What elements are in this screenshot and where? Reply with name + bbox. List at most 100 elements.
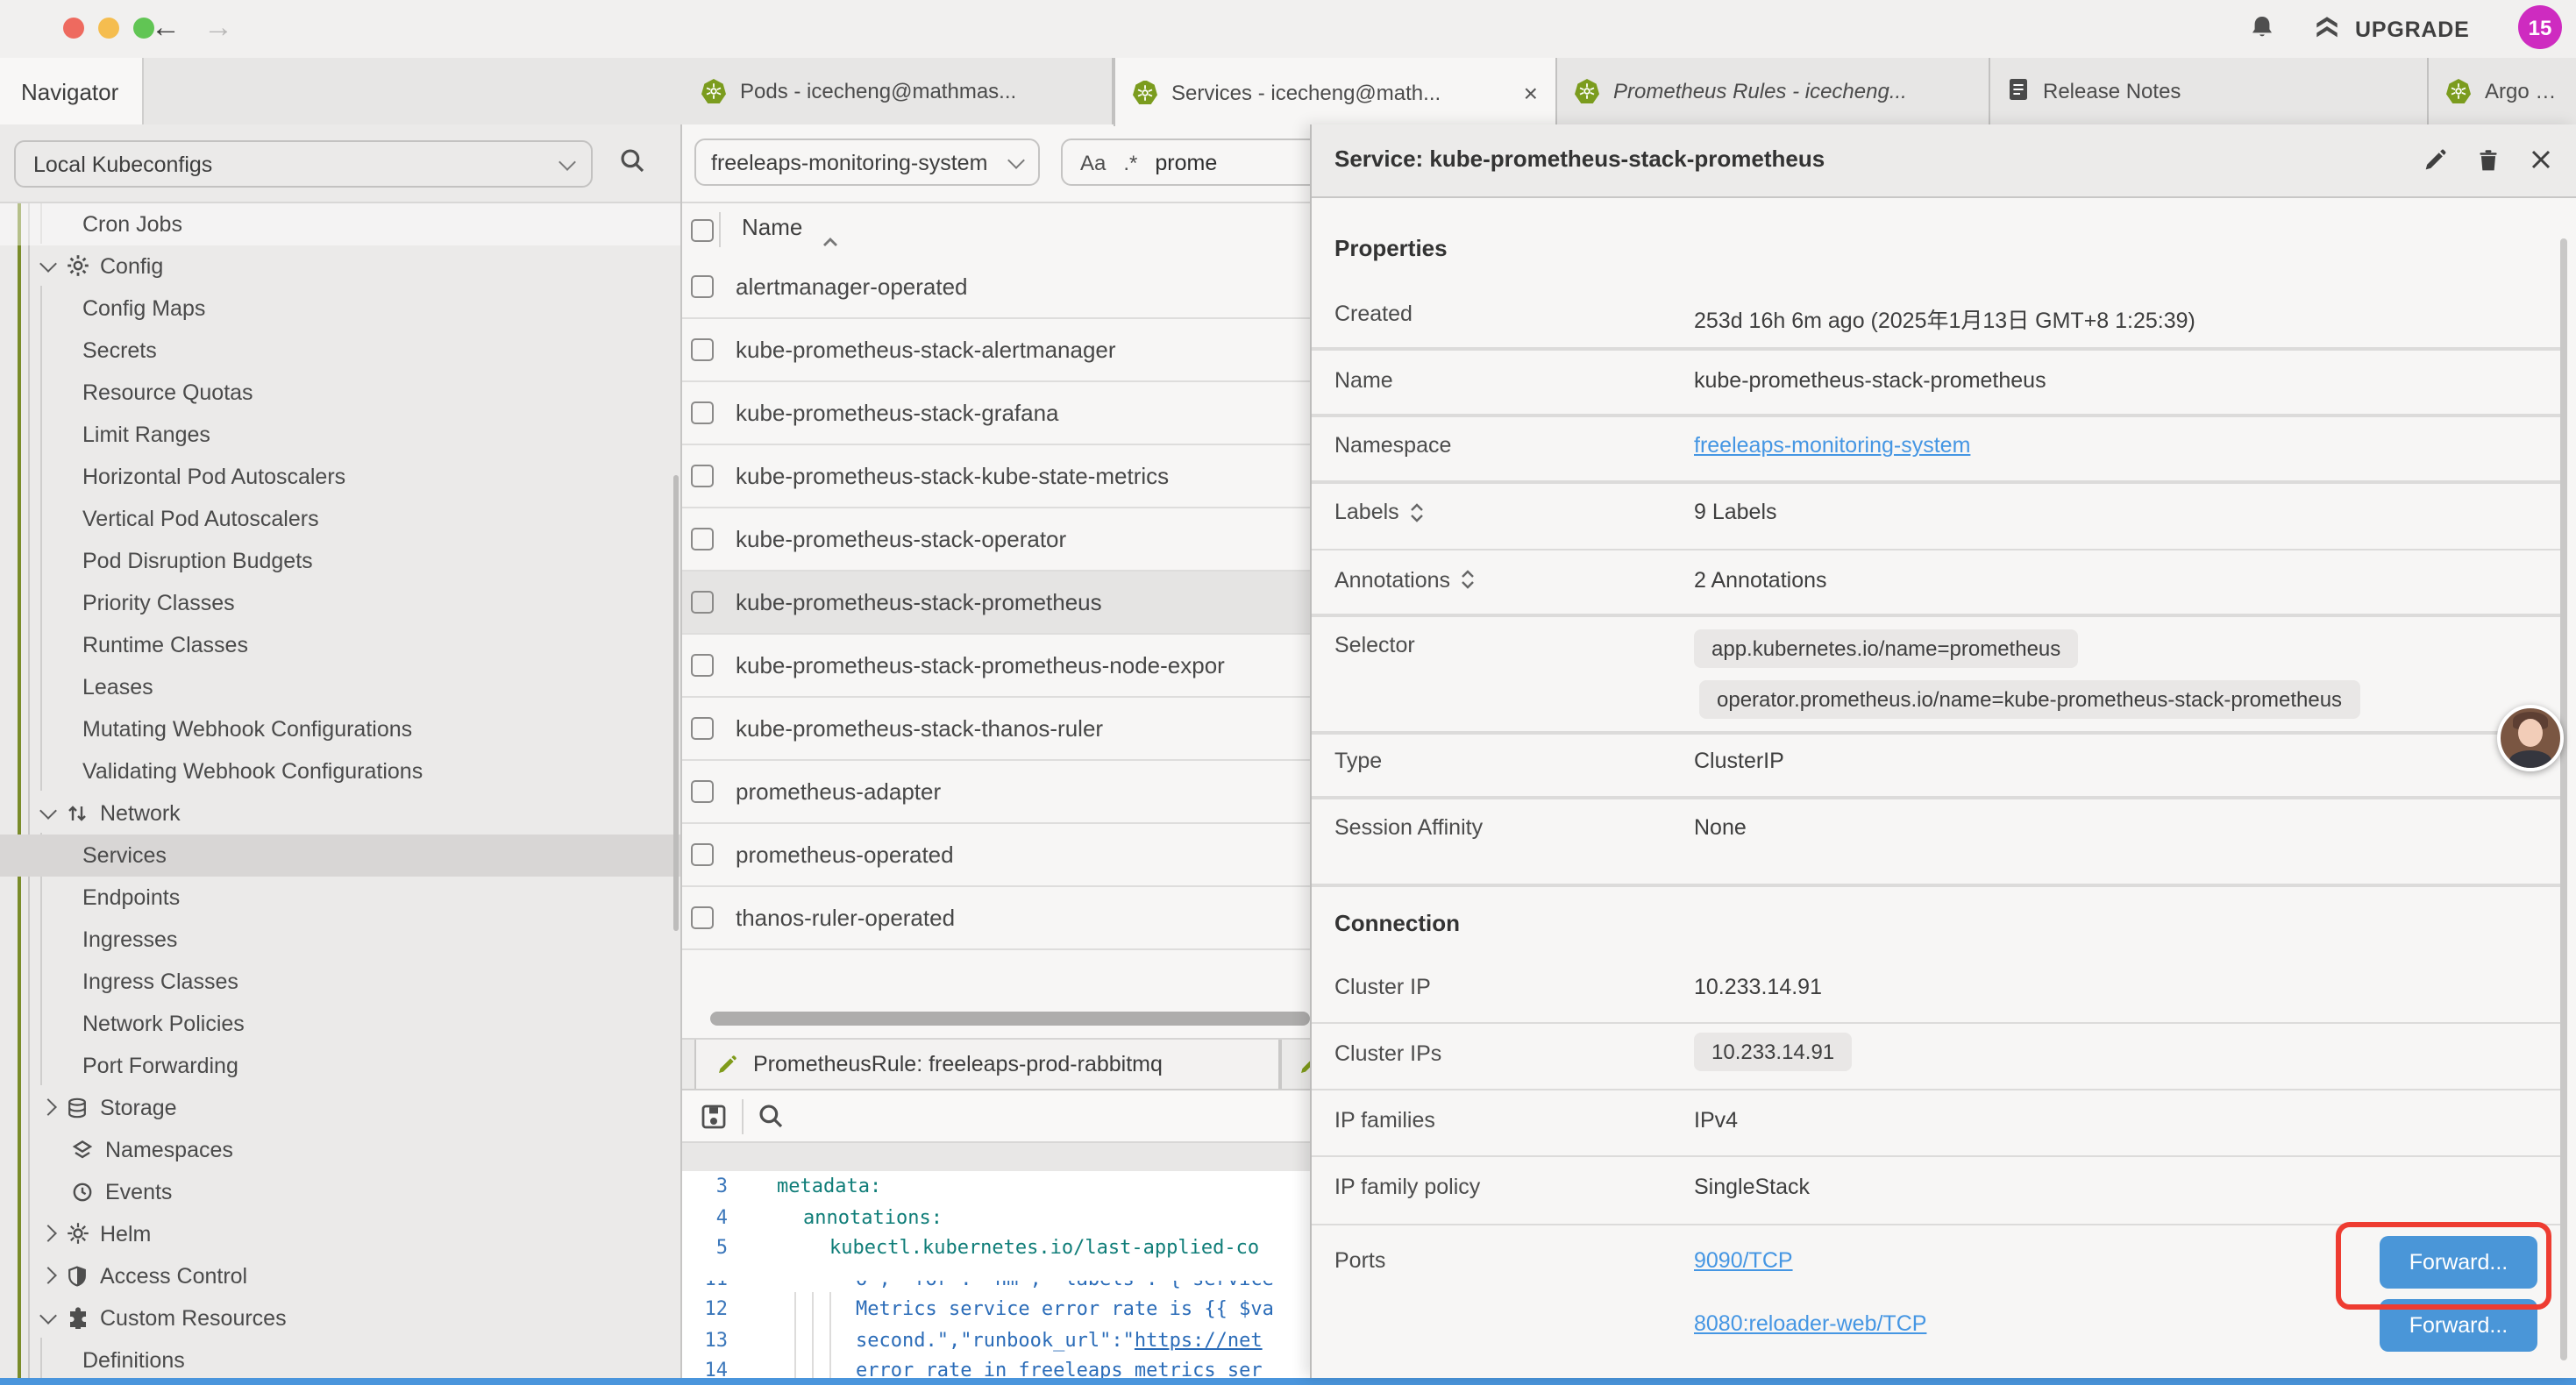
- editor-line[interactable]: 5kubectl.kubernetes.io/last-applied-co: [682, 1232, 1310, 1263]
- table-row-kube-prometheus-stack-grafana[interactable]: kube-prometheus-stack-grafana: [682, 382, 1310, 445]
- save-icon[interactable]: [700, 1103, 728, 1140]
- tab-services[interactable]: Services - icecheng@math... ×: [1114, 58, 1557, 126]
- editor-line[interactable]: 11o", "for": "nm", "labels": {"service": [682, 1263, 1310, 1294]
- sidebar-item-ingresses[interactable]: Ingresses: [0, 918, 680, 960]
- row-checkbox[interactable]: [690, 338, 713, 361]
- tab-pods[interactable]: Pods - icecheng@mathmas...: [684, 58, 1114, 124]
- editor-line[interactable]: 3metadata:: [682, 1171, 1310, 1202]
- upgrade-button[interactable]: UPGRADE: [2311, 14, 2470, 44]
- sidebar-item-events[interactable]: Events: [0, 1170, 680, 1212]
- regex-toggle[interactable]: .*: [1123, 150, 1137, 174]
- tab-prometheus-rules[interactable]: Prometheus Rules - icecheng...: [1557, 58, 1990, 124]
- table-row-kube-prometheus-stack-prometheus[interactable]: kube-prometheus-stack-prometheus: [682, 572, 1310, 635]
- forward-button[interactable]: →: [203, 7, 233, 49]
- minimize-window-icon[interactable]: [98, 18, 119, 39]
- close-window-icon[interactable]: [63, 18, 84, 39]
- table-row-kube-prometheus-stack-kube-state-metrics[interactable]: kube-prometheus-stack-kube-state-metrics: [682, 445, 1310, 508]
- sidebar-item-cron-jobs[interactable]: Cron Jobs: [0, 202, 680, 245]
- sidebar-item-config-maps[interactable]: Config Maps: [0, 287, 680, 329]
- table-row-kube-prometheus-stack-alertmanager[interactable]: kube-prometheus-stack-alertmanager: [682, 319, 1310, 382]
- sidebar-item-access-control[interactable]: Access Control: [0, 1254, 680, 1296]
- column-header-name[interactable]: Name: [742, 214, 802, 240]
- namespace-filter-dropdown[interactable]: freeleaps-monitoring-system: [694, 138, 1039, 186]
- row-checkbox[interactable]: [690, 465, 713, 487]
- sidebar-item-network-policies[interactable]: Network Policies: [0, 1002, 680, 1044]
- row-checkbox[interactable]: [690, 717, 713, 740]
- sidebar-item-leases[interactable]: Leases: [0, 665, 680, 707]
- row-checkbox[interactable]: [690, 401, 713, 424]
- editor-tab-partial[interactable]: [1279, 1040, 1310, 1089]
- tab-argo[interactable]: Argo Se: [2429, 58, 2576, 124]
- sidebar-search-icon[interactable]: [619, 147, 645, 182]
- select-all-checkbox[interactable]: [690, 219, 713, 242]
- sidebar-item-namespaces[interactable]: Namespaces: [0, 1128, 680, 1170]
- editor-line[interactable]: 14error rate in freeleaps metrics ser: [682, 1355, 1310, 1378]
- sidebar-item-port-forwarding[interactable]: Port Forwarding: [0, 1044, 680, 1086]
- sidebar-item-storage[interactable]: Storage: [0, 1086, 680, 1128]
- namespace-link[interactable]: freeleaps-monitoring-system: [1694, 433, 1970, 458]
- row-checkbox[interactable]: [690, 528, 713, 550]
- sidebar-item-custom-resources[interactable]: Custom Resources: [0, 1296, 680, 1339]
- navigator-panel-tab[interactable]: Navigator: [0, 58, 144, 124]
- yaml-link[interactable]: https://net: [1135, 1329, 1263, 1352]
- horizontal-scrollbar[interactable]: [710, 1012, 1310, 1026]
- close-icon[interactable]: [2529, 147, 2553, 181]
- sidebar-item-config[interactable]: Config: [0, 245, 680, 287]
- sidebar-item-ingress-classes[interactable]: Ingress Classes: [0, 960, 680, 1002]
- editor-tab-prometheusrule[interactable]: PrometheusRule: freeleaps-prod-rabbitmq: [694, 1040, 1279, 1089]
- sidebar-item-definitions[interactable]: Definitions: [0, 1339, 680, 1381]
- match-case-toggle[interactable]: Aa: [1080, 150, 1106, 174]
- sidebar-item-limit-ranges[interactable]: Limit Ranges: [0, 413, 680, 455]
- close-tab-icon[interactable]: ×: [1513, 78, 1538, 106]
- yaml-editor[interactable]: 3metadata:4annotations:5kubectl.kubernet…: [682, 1171, 1310, 1378]
- sidebar-item-vertical-pod-autoscalers[interactable]: Vertical Pod Autoscalers: [0, 497, 680, 539]
- port-link-8080[interactable]: 8080:reloader-web/TCP: [1694, 1310, 1926, 1335]
- table-row-kube-prometheus-stack-thanos-ruler[interactable]: kube-prometheus-stack-thanos-ruler: [682, 698, 1310, 761]
- sidebar-item-priority-classes[interactable]: Priority Classes: [0, 581, 680, 623]
- table-row-prometheus-operated[interactable]: prometheus-operated: [682, 824, 1310, 887]
- drawer-scrollbar[interactable]: [2560, 238, 2567, 1360]
- row-label-name: Name: [1334, 367, 1393, 392]
- row-checkbox[interactable]: [690, 780, 713, 803]
- table-row-kube-prometheus-stack-operator[interactable]: kube-prometheus-stack-operator: [682, 508, 1310, 572]
- row-checkbox[interactable]: [690, 906, 713, 929]
- row-value-ip-families: IPv4: [1694, 1108, 1738, 1133]
- editor-line[interactable]: 4annotations:: [682, 1202, 1310, 1232]
- edit-pencil-icon[interactable]: [2422, 147, 2448, 182]
- back-button[interactable]: ←: [151, 7, 181, 49]
- table-row-prometheus-adapter[interactable]: prometheus-adapter: [682, 761, 1310, 824]
- sidebar-scrollbar[interactable]: [673, 475, 679, 931]
- user-avatar[interactable]: [2497, 705, 2564, 771]
- delete-trash-icon[interactable]: [2476, 147, 2501, 182]
- sidebar-item-mutating-webhook-configurations[interactable]: Mutating Webhook Configurations: [0, 707, 680, 749]
- table-row-thanos-ruler-operated[interactable]: thanos-ruler-operated: [682, 887, 1310, 950]
- editor-line[interactable]: 12Metrics service error rate is {{ $va: [682, 1294, 1310, 1325]
- row-checkbox[interactable]: [690, 654, 713, 677]
- sidebar-item-runtime-classes[interactable]: Runtime Classes: [0, 623, 680, 665]
- sidebar-item-endpoints[interactable]: Endpoints: [0, 876, 680, 918]
- row-checkbox[interactable]: [690, 591, 713, 614]
- sidebar-item-secrets[interactable]: Secrets: [0, 329, 680, 371]
- editor-search-icon[interactable]: [758, 1103, 784, 1138]
- notifications-bell-icon[interactable]: [2248, 14, 2276, 53]
- row-checkbox[interactable]: [690, 843, 713, 866]
- sidebar-item-pod-disruption-budgets[interactable]: Pod Disruption Budgets: [0, 539, 680, 581]
- editor-line[interactable]: 13second.","runbook_url":"https://net: [682, 1325, 1310, 1355]
- row-label-labels[interactable]: Labels: [1334, 500, 1424, 524]
- sidebar-item-resource-quotas[interactable]: Resource Quotas: [0, 371, 680, 413]
- sidebar-item-horizontal-pod-autoscalers[interactable]: Horizontal Pod Autoscalers: [0, 455, 680, 497]
- row-label-annotations[interactable]: Annotations: [1334, 567, 1475, 592]
- table-row-kube-prometheus-stack-prometheus-node-expor[interactable]: kube-prometheus-stack-prometheus-node-ex…: [682, 635, 1310, 698]
- notification-count-badge[interactable]: 15: [2518, 5, 2562, 49]
- search-input[interactable]: Aa .* prome: [1061, 138, 1310, 186]
- port-link-9090[interactable]: 9090/TCP: [1694, 1247, 1793, 1272]
- table-row-alertmanager-operated[interactable]: alertmanager-operated: [682, 256, 1310, 319]
- line-number: 3: [682, 1175, 728, 1198]
- row-checkbox[interactable]: [690, 275, 713, 298]
- sidebar-item-services[interactable]: Services: [0, 834, 680, 876]
- sidebar-item-helm[interactable]: Helm: [0, 1212, 680, 1254]
- sidebar-item-validating-webhook-configurations[interactable]: Validating Webhook Configurations: [0, 749, 680, 792]
- tab-release-notes[interactable]: Release Notes: [1990, 58, 2429, 124]
- sidebar-item-network[interactable]: Network: [0, 792, 680, 834]
- kubeconfig-selector[interactable]: Local Kubeconfigs: [14, 140, 593, 188]
